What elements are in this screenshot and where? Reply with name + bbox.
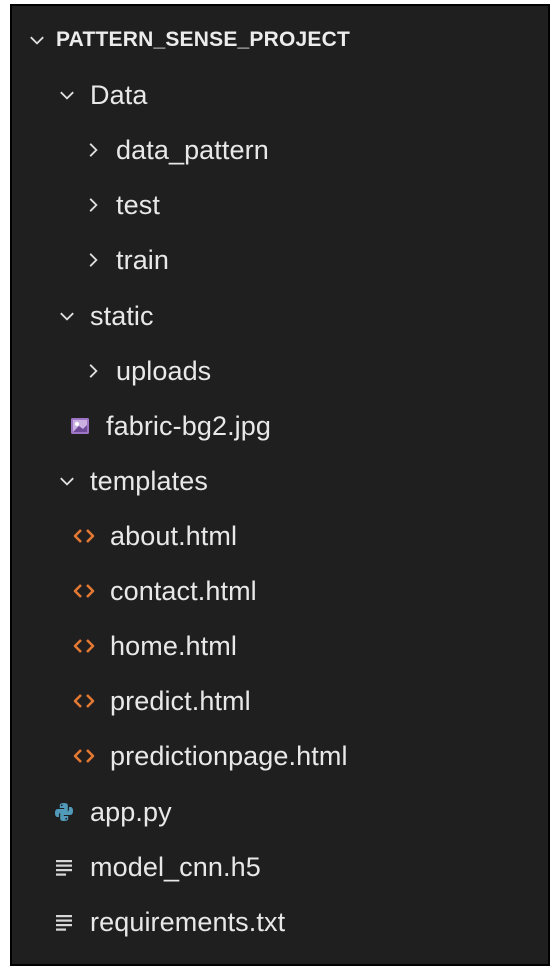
chevron-down-icon[interactable] bbox=[56, 84, 78, 106]
tree-file-model-cnn-h5[interactable]: model_cnn.h5 bbox=[12, 843, 548, 891]
tree-folder-data-pattern[interactable]: data_pattern bbox=[12, 126, 548, 174]
folder-label: Data bbox=[90, 79, 148, 110]
chevron-right-icon[interactable] bbox=[82, 194, 104, 216]
tree-file-predictionpage-html[interactable]: predictionpage.html bbox=[12, 732, 548, 780]
tree-folder-static[interactable]: static bbox=[12, 292, 548, 340]
file-label: requirements.txt bbox=[90, 906, 286, 937]
html-file-icon bbox=[72, 689, 96, 713]
project-name: PATTERN_SENSE_PROJECT bbox=[56, 28, 350, 51]
file-label: predict.html bbox=[110, 685, 251, 716]
image-file-icon bbox=[68, 414, 92, 438]
chevron-down-icon[interactable] bbox=[56, 305, 78, 327]
chevron-down-icon[interactable] bbox=[26, 29, 48, 51]
folder-label: uploads bbox=[116, 355, 212, 386]
file-label: predictionpage.html bbox=[110, 740, 348, 771]
text-file-icon bbox=[52, 910, 76, 934]
file-label: about.html bbox=[110, 520, 238, 551]
chevron-right-icon[interactable] bbox=[82, 139, 104, 161]
file-label: app.py bbox=[90, 796, 172, 827]
folder-label: train bbox=[116, 244, 170, 275]
folder-label: data_pattern bbox=[116, 134, 269, 165]
file-label: home.html bbox=[110, 630, 237, 661]
tree-file-contact-html[interactable]: contact.html bbox=[12, 567, 548, 615]
html-file-icon bbox=[72, 634, 96, 658]
tree-folder-test[interactable]: test bbox=[12, 181, 548, 229]
file-label: fabric-bg2.jpg bbox=[106, 410, 271, 441]
tree-file-home-html[interactable]: home.html bbox=[12, 622, 548, 670]
folder-label: static bbox=[90, 300, 154, 331]
folder-label: test bbox=[116, 189, 160, 220]
tree-file-predict-html[interactable]: predict.html bbox=[12, 677, 548, 725]
tree-file-about-html[interactable]: about.html bbox=[12, 512, 548, 560]
file-label: model_cnn.h5 bbox=[90, 851, 261, 882]
python-file-icon bbox=[52, 800, 76, 824]
chevron-right-icon[interactable] bbox=[82, 360, 104, 382]
html-file-icon bbox=[72, 744, 96, 768]
chevron-down-icon[interactable] bbox=[56, 470, 78, 492]
tree-folder-uploads[interactable]: uploads bbox=[12, 347, 548, 395]
chevron-right-icon[interactable] bbox=[82, 249, 104, 271]
project-root-header[interactable]: PATTERN_SENSE_PROJECT bbox=[12, 12, 548, 68]
tree-folder-templates[interactable]: templates bbox=[12, 457, 548, 505]
tree-folder-data[interactable]: Data bbox=[12, 71, 548, 119]
html-file-icon bbox=[72, 579, 96, 603]
tree-folder-train[interactable]: train bbox=[12, 236, 548, 284]
tree-file-requirements-txt[interactable]: requirements.txt bbox=[12, 898, 548, 946]
tree-file-fabric-bg2[interactable]: fabric-bg2.jpg bbox=[12, 402, 548, 450]
folder-label: templates bbox=[90, 465, 208, 496]
text-file-icon bbox=[52, 855, 76, 879]
file-label: contact.html bbox=[110, 575, 257, 606]
tree-file-app-py[interactable]: app.py bbox=[12, 788, 548, 836]
file-explorer: PATTERN_SENSE_PROJECT Data data_pattern … bbox=[10, 4, 550, 966]
html-file-icon bbox=[72, 524, 96, 548]
